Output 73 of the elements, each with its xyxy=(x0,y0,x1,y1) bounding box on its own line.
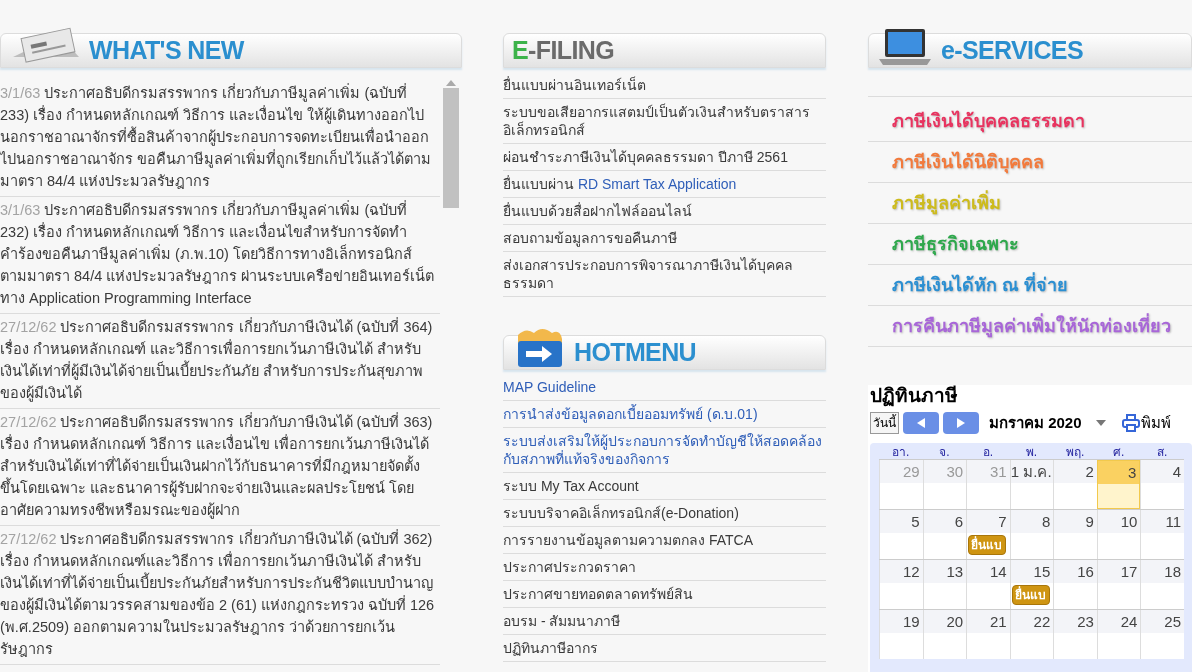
day-cell[interactable]: 7 ยื่นแบ xyxy=(966,510,1010,559)
app-link[interactable]: RD Smart Tax Application xyxy=(577,176,737,192)
calendar-title: ปฏิทินภาษี xyxy=(870,385,959,407)
news-item[interactable]: 27/12/62 ประกาศอธิบดีกรมสรรพากร เกี่ยวกับภาษีเงินได้ (ฉบับที่ 364) เรื่อง กำหนดหลักเกณฑ์ และวิธีการเพื่อการยกเว้นภาษีเงินได้ สำหรับเงินได้เท่าที่ผู้มีเงินได้จ่ายเป็นเบี้ยประกันภัย สำหรับการประกันสุขภาพของผู้มีเงินได้ xyxy=(0,314,440,409)
filing-link[interactable]: ยื่นแบบผ่านอินเทอร์เน็ต xyxy=(503,72,826,99)
right-arrow-icon xyxy=(957,418,965,428)
day-cell[interactable]: 16 xyxy=(1053,560,1097,609)
day-cell[interactable]: 1 ม.ค. xyxy=(1009,460,1054,509)
print-button[interactable]: พิมพ์ xyxy=(1121,411,1171,435)
menu-link[interactable]: ปฏิทินภาษีอากร xyxy=(503,635,826,662)
section-title: e-SERVICES xyxy=(941,38,1083,63)
section-title: WHAT'S NEW xyxy=(89,38,244,63)
menu-link[interactable]: ระบบ My Tax Account xyxy=(503,473,826,500)
day-cell[interactable]: 5 xyxy=(879,510,923,559)
filing-link[interactable]: ยื่นแบบด้วยสื่อฝากไฟล์ออนไลน์ xyxy=(503,198,826,225)
day-cell[interactable]: 25 xyxy=(1140,610,1184,659)
day-cell[interactable]: 18 xyxy=(1140,560,1184,609)
day-cell[interactable]: 20 xyxy=(922,610,967,659)
weekday-label: พฤ. xyxy=(1064,445,1086,459)
day-cell[interactable]: 9 xyxy=(1053,510,1097,559)
day-cell[interactable]: 24 xyxy=(1096,610,1141,659)
weekday-label: พ. xyxy=(1024,445,1039,459)
day-cell[interactable]: 3 xyxy=(1096,460,1141,509)
scroll-up-icon[interactable] xyxy=(446,80,456,86)
filing-link[interactable]: ส่งเอกสารประกอบการพิจารณาภาษีเงินได้บุคคลธรรมดา xyxy=(503,252,826,297)
section-title: HOTMENU xyxy=(574,340,696,365)
weekday-label: จ. xyxy=(938,445,951,459)
service-link[interactable]: การคืนภาษีมูลค่าเพิ่มให้นักท่องเที่ยว xyxy=(868,306,1192,347)
day-cell[interactable]: 19 xyxy=(879,610,923,659)
left-arrow-icon xyxy=(917,418,925,428)
day-cell[interactable]: 8 xyxy=(1009,510,1054,559)
laptop-icon xyxy=(877,26,933,67)
news-item[interactable]: 3/1/63 ประกาศอธิบดีกรมสรรพากร เกี่ยวกับภาษีมูลค่าเพิ่ม (ฉบับที่ 232) เรื่อง กำหนดหลักเกณฑ์ วิธีการ และเงื่อนไขสำหรับการจัดทำคำร้องขอคืนภาษีมูลค่าเพิ่ม (ภ.พ.10) โดยวิธีการทางอิเล็กทรอนิกส์ตามมาตรา 84/4 แห่งประมวลรัษฎากร ผ่านระบบเครือข่ายอินเทอร์เน็ตทาง Application Programming Interface xyxy=(0,197,440,314)
menu-link[interactable]: MAP Guideline xyxy=(503,374,826,401)
day-cell[interactable]: 15 ยื่นแบ xyxy=(1009,560,1054,609)
menu-link[interactable]: อบรม - สัมมนาภาษี xyxy=(503,608,826,635)
menu-link[interactable]: การนำส่งข้อมูลดอกเบี้ยออมทรัพย์ (ด.บ.01) xyxy=(503,401,826,428)
section-title: E-FILING xyxy=(512,38,614,63)
menu-link[interactable]: การรายงานข้อมูลตามความตกลง FATCA xyxy=(503,527,826,554)
month-label: มกราคม 2020 xyxy=(989,412,1082,433)
previous-button[interactable] xyxy=(903,412,939,434)
filing-link[interactable]: ผ่อนชำระภาษีเงินได้บุคคลธรรมดา ปีภาษี 2561 xyxy=(503,144,826,171)
filing-link[interactable]: สอบถามข้อมูลการขอคืนภาษี xyxy=(503,225,826,252)
menu-link[interactable]: ประกาศขายทอดตลาดทรัพย์สิน xyxy=(503,581,826,608)
day-cell[interactable]: 11 xyxy=(1140,510,1184,559)
day-cell[interactable]: 14 xyxy=(966,560,1010,609)
day-cell[interactable]: 22 xyxy=(1009,610,1054,659)
day-cell[interactable]: 12 xyxy=(879,560,923,609)
day-cell[interactable]: 4 xyxy=(1140,460,1184,509)
service-link[interactable]: ภาษีเงินได้บุคคลธรรมดา xyxy=(868,101,1192,142)
day-cell[interactable]: 21 xyxy=(966,610,1010,659)
weekday-label: ศ. xyxy=(1111,445,1126,459)
printer-icon xyxy=(1121,414,1140,432)
day-cell[interactable]: 17 xyxy=(1096,560,1141,609)
scrollbar[interactable] xyxy=(442,80,460,210)
menu-link[interactable]: ประกาศประกวดราคา xyxy=(503,554,826,581)
day-cell[interactable]: 23 xyxy=(1053,610,1097,659)
day-cell[interactable]: 10 xyxy=(1096,510,1141,559)
day-cell[interactable]: 13 xyxy=(922,560,967,609)
day-cell[interactable]: 2 xyxy=(1053,460,1097,509)
news-item[interactable]: 27/12/62 ประกาศอธิบดีกรมสรรพากร เกี่ยวกับภาษีเงินได้ (ฉบับที่ 362) เรื่อง กำหนดหลักเกณฑ์และวิธีการ เพื่อการยกเว้นภาษีเงินได้ สำหรับเงินได้เท่าที่ได้จ่ายเป็นเบี้ยประกันภัยสำหรับการประกันชีวิตแบบบำนาญของผู้มีเงินได้ตามวรรคสามของข้อ 2 (61) แห่งกฎกระทรวง ฉบับที่ 126 (พ.ศ.2509) ออกตามความในประมวลรัษฎากร ว่าด้วยการยกเว้นรัษฎากร xyxy=(0,526,440,665)
menu-link[interactable]: ระบบส่งเสริมให้ผู้ประกอบการจัดทำบัญชีให้สอดคล้องกับสภาพที่แท้จริงของกิจการ xyxy=(503,428,826,473)
weekday-label: อ. xyxy=(981,445,995,459)
menu-link[interactable]: ระบบบริจาคอิเล็กทรอนิกส์(e-Donation) xyxy=(503,500,826,527)
day-cell[interactable]: 6 xyxy=(922,510,967,559)
filing-link[interactable]: ยื่นแบบผ่าน RD Smart Tax Application xyxy=(503,171,826,198)
weekday-label: อา. xyxy=(891,445,911,459)
weekday-label: ส. xyxy=(1156,445,1169,459)
today-button[interactable]: วันนี้ xyxy=(870,412,899,434)
filing-link[interactable]: ระบบขอเสียอากรแสตมป์เป็นตัวเงินสำหรับตราสารอิเล็กทรอนิกส์ xyxy=(503,99,826,144)
news-item[interactable]: 27/12/62 ประกาศอธิบดีกรมสรรพากร เกี่ยวกับภาษีเงินได้ (ฉบับที่ 363) เรื่อง กำหนดหลักเกณฑ์ วิธีการ และเงื่อนไข เพื่อการยกเว้นภาษีเงินได้ สำหรับเงินได้เท่าที่ได้จ่ายเป็นเงินฝากไว้กับธนาคารที่มีกฎหมายจัดตั้งขึ้นโดยเฉพาะ และธนาคารผู้รับฝากจะจ่ายเงินและผลประโยชน์ โดยอาศัยความทรงชีพหรือมรณะของผู้ฝาก xyxy=(0,409,440,526)
dropdown-caret-icon[interactable] xyxy=(1095,420,1106,426)
next-button[interactable] xyxy=(943,412,979,434)
